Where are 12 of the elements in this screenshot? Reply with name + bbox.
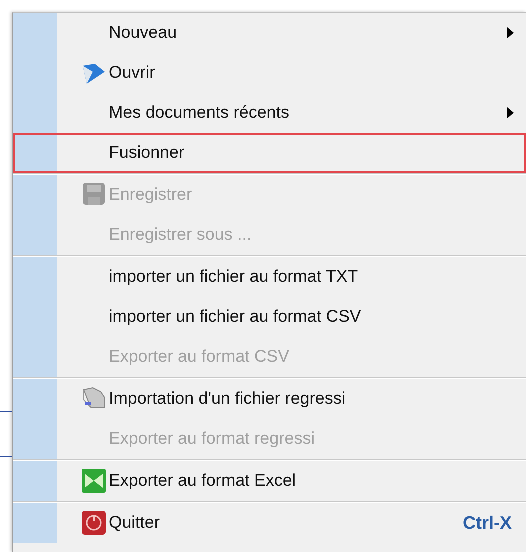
menu-item[interactable]: Exporter au format Excel <box>13 461 526 501</box>
menu-item[interactable]: Importation d'un fichier regressi <box>13 379 526 419</box>
spreadsheet-icon <box>81 468 107 494</box>
menu-item[interactable]: Quitter Ctrl-X <box>13 503 526 543</box>
menu-item[interactable]: importer un fichier au format CSV <box>13 297 526 337</box>
menu-item[interactable]: importer un fichier au format TXT <box>13 257 526 297</box>
menu-item[interactable]: Fusionner <box>13 133 526 173</box>
menu-item[interactable]: Nouveau <box>13 13 526 53</box>
menu-item[interactable]: Ouvrir <box>13 53 526 93</box>
menu-item[interactable]: Mes documents récents <box>13 93 526 133</box>
power-button-icon <box>81 510 107 536</box>
shortcut-label: Ctrl-X <box>463 512 512 534</box>
